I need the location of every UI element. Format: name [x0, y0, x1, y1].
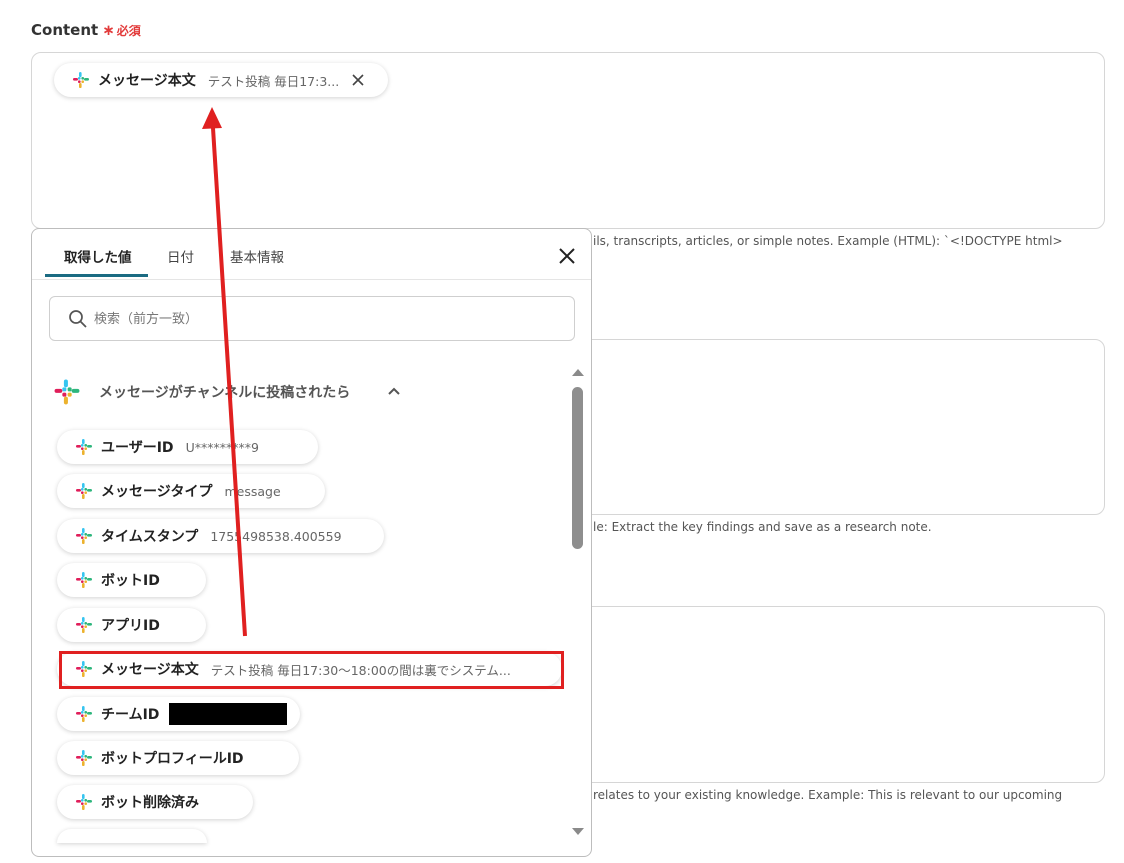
annotation-arrow [202, 107, 247, 637]
